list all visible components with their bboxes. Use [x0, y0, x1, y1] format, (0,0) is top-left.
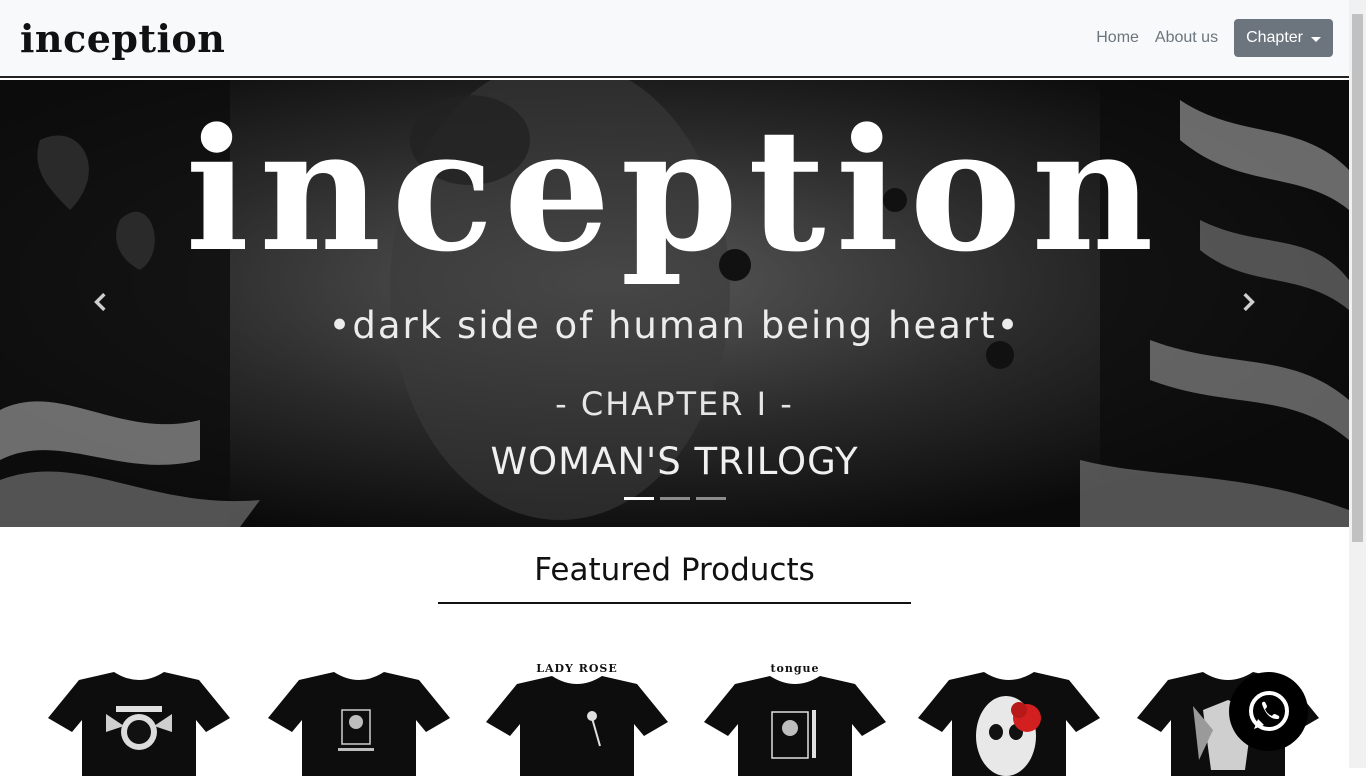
product-card-2[interactable]	[264, 662, 454, 776]
carousel-indicator-2[interactable]	[660, 497, 690, 500]
product-card-5[interactable]	[914, 662, 1104, 776]
brand-logo[interactable]: inception	[20, 14, 225, 64]
tshirt-image	[268, 672, 450, 776]
carousel-indicator-1[interactable]	[624, 497, 654, 500]
nav-links: Home About us Chapter	[1096, 19, 1333, 57]
carousel-next-button[interactable]	[1233, 280, 1263, 324]
featured-products-heading: Featured Products	[534, 552, 815, 588]
caret-down-icon	[1311, 36, 1321, 42]
product-card-1[interactable]	[44, 662, 234, 776]
featured-divider	[438, 602, 911, 604]
chevron-right-icon	[1243, 293, 1255, 311]
tshirt-image	[48, 672, 230, 776]
carousel-indicator-3[interactable]	[696, 497, 726, 500]
navbar: inception Home About us Chapter	[0, 0, 1349, 78]
scrollbar-thumb[interactable]	[1352, 14, 1363, 542]
chevron-left-icon	[94, 293, 106, 311]
product-card-4[interactable]: tongue	[700, 662, 890, 776]
whatsapp-icon	[1248, 690, 1289, 731]
product-card-3[interactable]: LADY ROSE	[482, 662, 672, 776]
whatsapp-chat-button[interactable]	[1229, 672, 1308, 751]
tshirt-image	[918, 672, 1100, 776]
nav-link-home[interactable]: Home	[1096, 19, 1139, 57]
hero-subtitle: •dark side of human being heart•	[328, 304, 1021, 347]
hero-carousel: inception •dark side of human being hear…	[0, 80, 1349, 527]
tshirt-image	[704, 676, 886, 776]
tshirt-image	[486, 676, 668, 776]
chapter-dropdown-button[interactable]: Chapter	[1234, 19, 1333, 57]
carousel-indicators	[624, 497, 732, 500]
chapter-dropdown-label: Chapter	[1246, 29, 1303, 46]
hero-chapter: - CHAPTER I -	[555, 385, 794, 423]
page-scrollbar[interactable]	[1349, 0, 1366, 768]
hero-title: inception	[185, 91, 1164, 289]
carousel-prev-button[interactable]	[86, 280, 116, 324]
hero-trilogy: WOMAN'S TRILOGY	[490, 440, 859, 483]
nav-link-about[interactable]: About us	[1155, 19, 1218, 57]
